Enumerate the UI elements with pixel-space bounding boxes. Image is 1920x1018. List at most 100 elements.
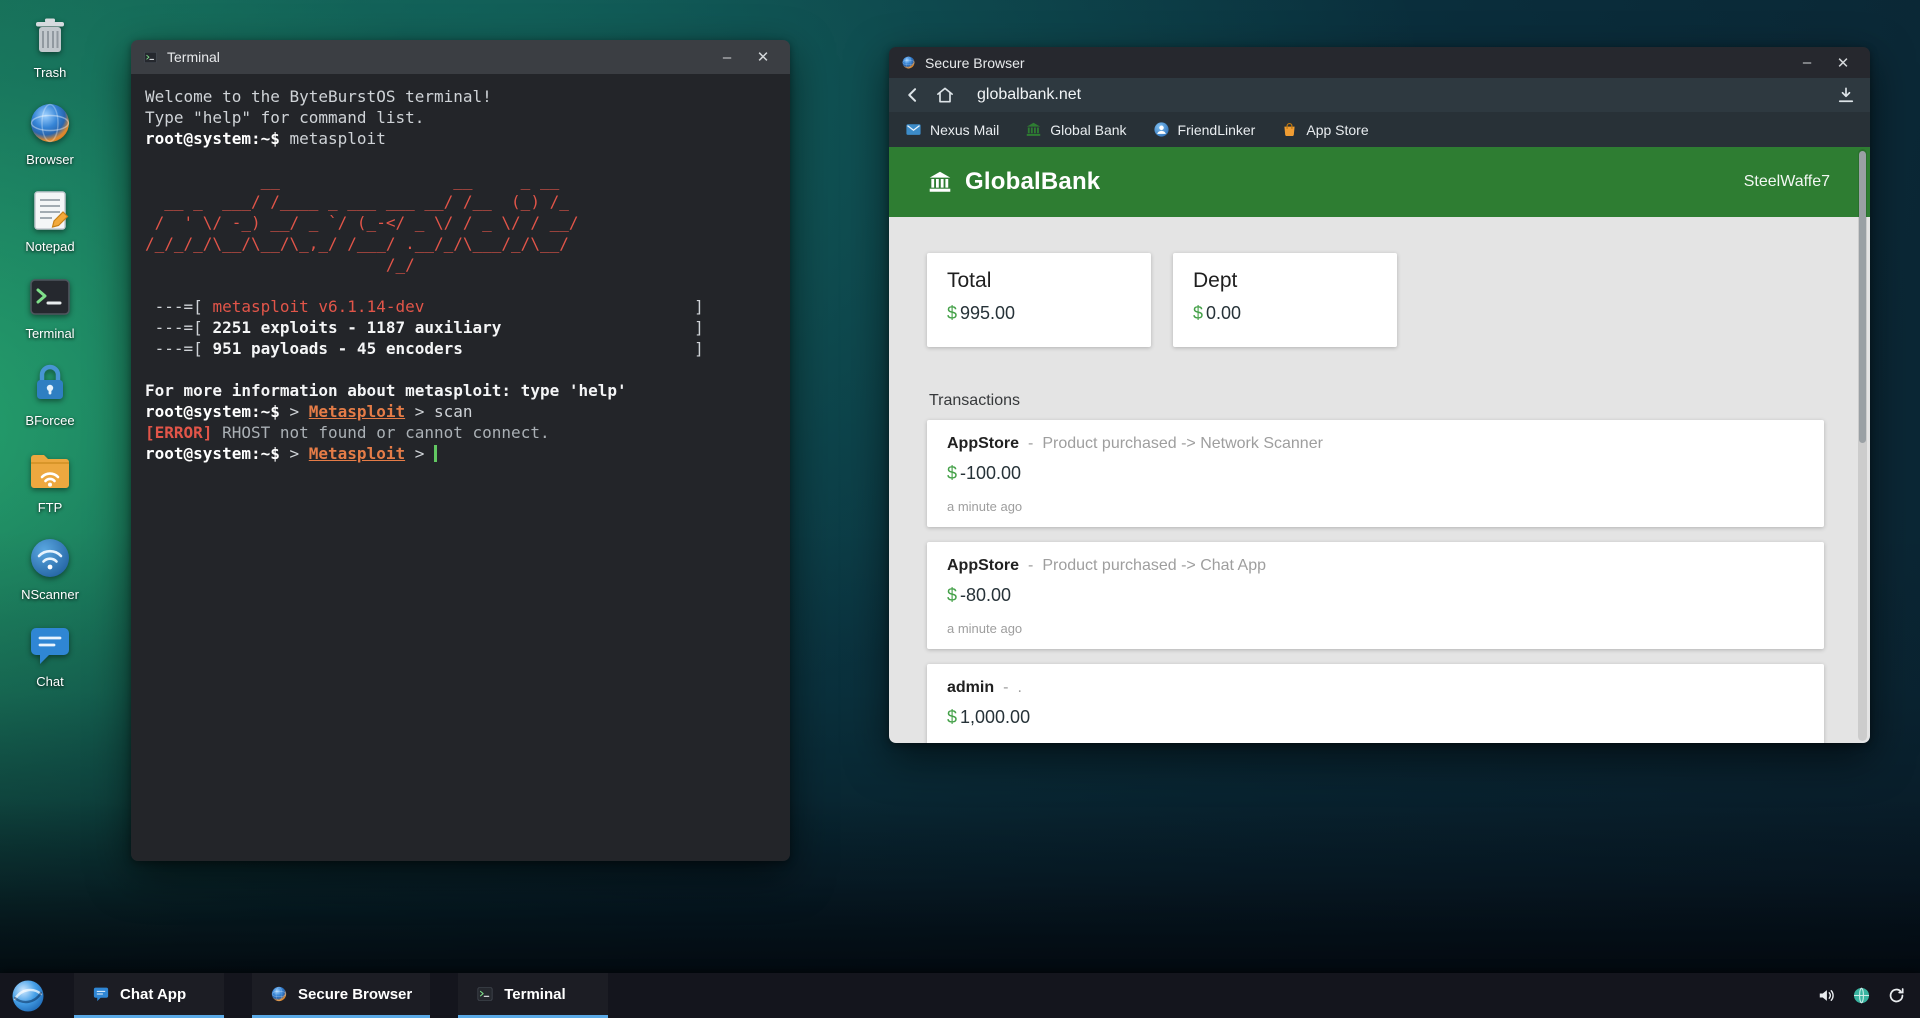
browser-navbar: globalbank.net <box>889 78 1870 112</box>
taskbar-item-chat-app[interactable]: Chat App <box>74 973 224 1018</box>
terminal-text-segment: ---=[ <box>145 318 212 337</box>
terminal-text-segment: ] <box>501 318 703 337</box>
terminal-text-segment: ] <box>424 297 703 316</box>
page-scrollbar[interactable] <box>1858 149 1867 741</box>
terminal-text-segment: ---=[ <box>145 339 212 358</box>
chat-bubble-icon <box>92 985 110 1003</box>
transaction-separator: - <box>1028 435 1033 452</box>
terminal-text-segment: Metasploit <box>309 444 405 463</box>
balance-card-label: Dept <box>1193 269 1377 293</box>
transaction-card: AppStore-Product purchased -> Chat App$-… <box>927 542 1824 649</box>
bookmark-label: Nexus Mail <box>930 122 999 138</box>
scanner-icon <box>26 534 74 582</box>
mail-icon <box>905 121 922 138</box>
taskbar-item-terminal[interactable]: Terminal <box>458 973 608 1018</box>
desktop-icon-label: Trash <box>34 65 67 80</box>
trash-icon <box>26 12 74 60</box>
bookmark-nexus-mail[interactable]: Nexus Mail <box>905 121 999 138</box>
bookmark-global-bank[interactable]: Global Bank <box>1025 121 1126 138</box>
notepad-icon <box>26 186 74 234</box>
taskbar-items: Chat App Secure Browser Terminal <box>46 973 608 1018</box>
amount-value: -100.00 <box>960 463 1021 483</box>
back-icon[interactable] <box>903 85 923 105</box>
bank-icon <box>1025 121 1042 138</box>
desktop-icon-ftp[interactable]: FTP <box>10 447 90 515</box>
terminal-text-segment: __ _ ___/ /____ _ ___ ___ __/ /__ (_) /_ <box>145 192 569 211</box>
terminal-icon <box>476 985 494 1003</box>
refresh-icon[interactable] <box>1887 986 1906 1005</box>
transaction-card: AppStore-Product purchased -> Network Sc… <box>927 420 1824 527</box>
terminal-text-segment: root@system:~$ <box>145 402 280 421</box>
system-tray <box>1817 973 1906 1018</box>
network-icon[interactable] <box>1852 986 1871 1005</box>
desktop-icon-label: Notepad <box>25 239 74 254</box>
terminal-window-icon <box>143 50 158 65</box>
volume-icon[interactable] <box>1817 986 1836 1005</box>
balance-card-amount: $995.00 <box>947 303 1131 324</box>
taskbar-item-label: Chat App <box>120 986 186 1003</box>
bookmark-label: App Store <box>1306 122 1368 138</box>
terminal-line: __ __ _ __ <box>145 170 776 191</box>
browser-titlebar[interactable]: Secure Browser – ✕ <box>889 47 1870 78</box>
desktop-icons: Trash Browser Notepad Terminal BForcee FTP NSc… <box>10 12 90 689</box>
desktop-icon-nscanner[interactable]: NScanner <box>10 534 90 602</box>
desktop-icon-notepad[interactable]: Notepad <box>10 186 90 254</box>
terminal-text-segment: Welcome to the ByteBurstOS terminal! <box>145 87 492 106</box>
browser-window: Secure Browser – ✕ globalbank.net Nexus … <box>889 47 1870 743</box>
terminal-text-segment: 2251 exploits - 1187 auxiliary <box>212 318 501 337</box>
terminal-line <box>145 359 776 380</box>
terminal-text-segment: RHOST not found or cannot connect. <box>212 423 549 442</box>
terminal-text-segment: > <box>280 444 309 463</box>
terminal-line: / ' \/ -_) __/ _ `/ (_-</ _ \/ / _ \/ / … <box>145 212 776 233</box>
transaction-actor: admin <box>947 679 994 696</box>
transaction-separator: - <box>1028 557 1033 574</box>
bank-brand-name: GlobalBank <box>965 168 1100 196</box>
terminal-line: __ _ ___/ /____ _ ___ ___ __/ /__ (_) /_ <box>145 191 776 212</box>
terminal-line: For more information about metasploit: t… <box>145 380 776 401</box>
amount-value: -80.00 <box>960 585 1011 605</box>
terminal-line: root@system:~$ metasploit <box>145 128 776 149</box>
transaction-time: a minute ago <box>947 621 1804 636</box>
terminal-text-segment: metasploit <box>280 129 386 148</box>
balance-summary-row: Total$995.00 Dept $0.00 <box>927 253 1824 347</box>
desktop-icon-label: Browser <box>26 152 74 167</box>
desktop-icon-label: BForcee <box>25 413 74 428</box>
balance-card-total: Total$995.00 <box>927 253 1151 347</box>
amount-value: 0.00 <box>1206 303 1241 323</box>
bookmark-friendlinker[interactable]: FriendLinker <box>1153 121 1256 138</box>
transaction-amount: $-80.00 <box>947 585 1804 606</box>
scrollbar-thumb[interactable] <box>1859 151 1866 443</box>
transaction-card: admin-.$1,000.00a minute ago <box>927 664 1824 743</box>
transaction-actor: AppStore <box>947 557 1019 574</box>
terminal-text-segment: For more information about metasploit: t… <box>145 381 627 400</box>
desktop-icon-chat[interactable]: Chat <box>10 621 90 689</box>
terminal-minimize-button[interactable]: – <box>712 44 742 70</box>
terminal-text-segment: Type "help" for command list. <box>145 108 424 127</box>
friendlinker-icon <box>1153 121 1170 138</box>
desktop-icon-label: NScanner <box>21 587 79 602</box>
terminal-close-button[interactable]: ✕ <box>748 44 778 70</box>
home-icon[interactable] <box>935 85 955 105</box>
terminal-text-segment: /_/_/_/\__/\__/\_,_/ /___/ .__/_/\___/_/… <box>145 234 569 253</box>
start-button[interactable] <box>10 978 46 1014</box>
balance-card-amount: $0.00 <box>1193 303 1377 324</box>
desktop-icon-browser[interactable]: Browser <box>10 99 90 167</box>
terminal-output[interactable]: Welcome to the ByteBurstOS terminal! Type… <box>131 74 790 861</box>
browser-minimize-button[interactable]: – <box>1792 50 1822 76</box>
terminal-text-segment: / ' \/ -_) __/ _ `/ (_-</ _ \/ / _ \/ / … <box>145 213 578 232</box>
url-input[interactable]: globalbank.net <box>977 86 1081 104</box>
terminal-text-segment <box>434 445 437 462</box>
bank-brand: GlobalBank <box>927 168 1100 196</box>
taskbar-item-secure-browser[interactable]: Secure Browser <box>252 973 430 1018</box>
terminal-text-segment: [ERROR] <box>145 423 212 442</box>
bookmark-app-store[interactable]: App Store <box>1281 121 1368 138</box>
desktop-icon-trash[interactable]: Trash <box>10 12 90 80</box>
desktop-icon-terminal[interactable]: Terminal <box>10 273 90 341</box>
browser-close-button[interactable]: ✕ <box>1828 50 1858 76</box>
download-icon[interactable] <box>1836 85 1856 105</box>
desktop-icon-bforcee[interactable]: BForcee <box>10 360 90 428</box>
bookmark-label: FriendLinker <box>1178 122 1256 138</box>
bookmarks-bar: Nexus Mail Global Bank FriendLinker App Sto… <box>889 112 1870 147</box>
terminal-titlebar[interactable]: Terminal – ✕ <box>131 40 790 74</box>
browser-logo-icon <box>901 55 916 70</box>
